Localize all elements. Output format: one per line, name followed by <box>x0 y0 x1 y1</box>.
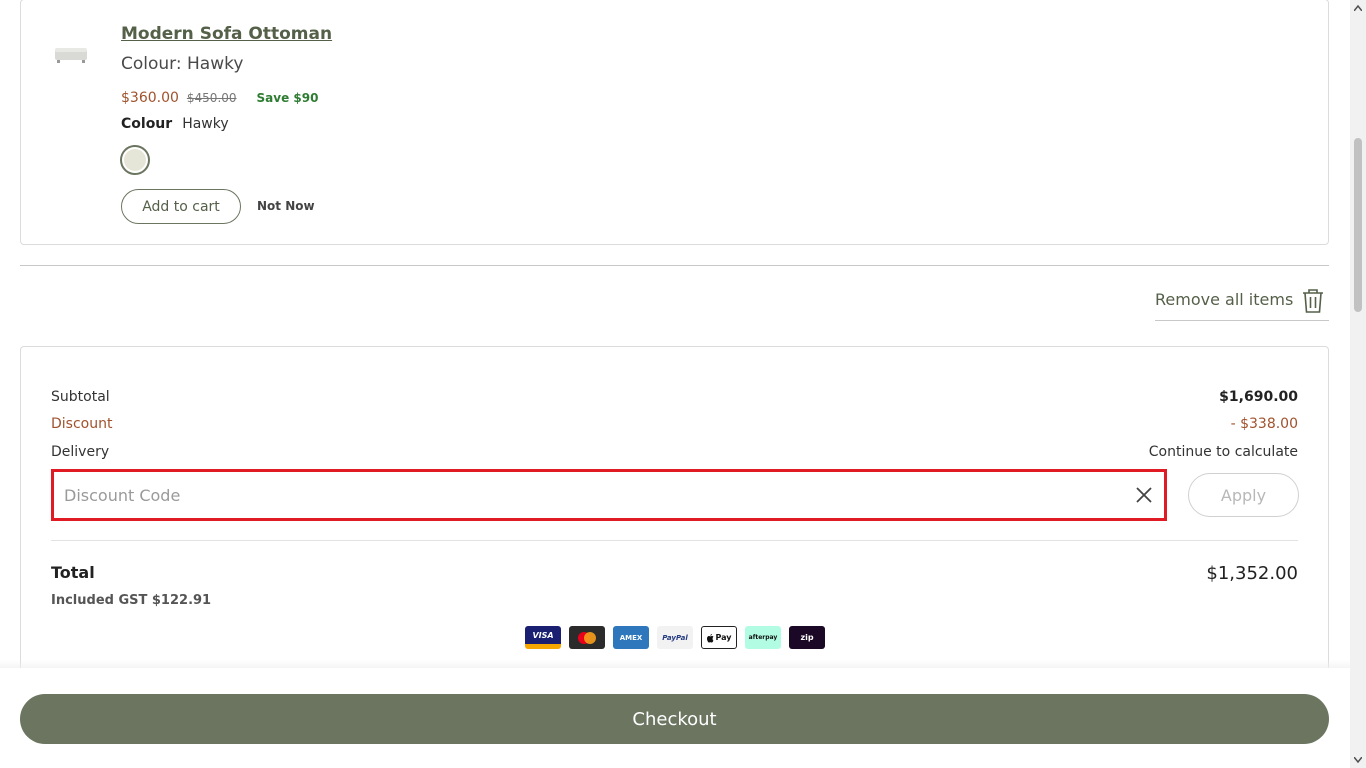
section-divider <box>20 265 1329 266</box>
summary-divider <box>51 540 1298 541</box>
total-label: Total <box>51 563 95 582</box>
subtotal-value: $1,690.00 <box>1219 389 1298 405</box>
price-row: $360.00 $450.00 Save $90 <box>121 90 318 106</box>
afterpay-icon: afterpay <box>745 626 781 649</box>
apple-pay-icon: Pay <box>701 626 737 649</box>
product-title-link[interactable]: Modern Sofa Ottoman <box>121 24 332 44</box>
add-to-cart-button[interactable]: Add to cart <box>121 189 241 224</box>
delivery-label: Delivery <box>51 444 110 460</box>
delivery-row: Delivery Continue to calculate <box>51 444 1298 460</box>
save-badge: Save $90 <box>256 91 319 105</box>
discount-label: Discount <box>51 416 113 432</box>
original-price: $450.00 <box>186 91 237 105</box>
apple-pay-label: Pay <box>715 633 732 642</box>
paypal-icon: PayPal <box>657 626 693 649</box>
scrollbar[interactable] <box>1350 0 1366 768</box>
sale-price: $360.00 <box>121 90 179 106</box>
scroll-thumb[interactable] <box>1354 138 1362 312</box>
mastercard-icon <box>569 626 605 649</box>
discount-value: - $338.00 <box>1230 416 1298 432</box>
product-colour-line: Colour: Hawky <box>121 54 244 74</box>
total-value: $1,352.00 <box>1206 563 1298 584</box>
colour-value: Hawky <box>182 116 229 132</box>
colour-swatch-hawky[interactable] <box>120 145 150 175</box>
delivery-value: Continue to calculate <box>1148 444 1298 460</box>
remove-all-items-button[interactable]: Remove all items <box>1155 284 1329 321</box>
not-now-link[interactable]: Not Now <box>257 199 315 213</box>
visa-icon: VISA <box>525 626 561 649</box>
trash-icon <box>1303 289 1324 313</box>
colour-key: Colour <box>121 116 173 132</box>
subtotal-label: Subtotal <box>51 389 110 405</box>
payment-methods: VISA AMEX PayPal Pay afterpay zip <box>525 626 825 649</box>
product-thumbnail[interactable] <box>53 44 89 66</box>
apply-button[interactable]: Apply <box>1188 473 1299 517</box>
scroll-down-icon[interactable] <box>1350 752 1366 768</box>
colour-row: Colour Hawky <box>121 116 229 132</box>
discount-code-field <box>51 469 1167 521</box>
product-card: Modern Sofa Ottoman Colour: Hawky $360.0… <box>20 0 1329 245</box>
clear-icon[interactable] <box>1124 475 1164 515</box>
subtotal-row: Subtotal $1,690.00 <box>51 389 1298 405</box>
checkout-button[interactable]: Checkout <box>20 694 1329 744</box>
discount-code-input[interactable] <box>54 472 1124 518</box>
remove-all-label: Remove all items <box>1155 290 1294 309</box>
scroll-up-icon[interactable] <box>1350 0 1366 16</box>
amex-icon: AMEX <box>613 626 649 649</box>
gst-note: Included GST $122.91 <box>51 593 212 608</box>
discount-row: Discount - $338.00 <box>51 416 1298 432</box>
zip-icon: zip <box>789 626 825 649</box>
order-summary-card: Subtotal $1,690.00 Discount - $338.00 De… <box>20 346 1329 686</box>
